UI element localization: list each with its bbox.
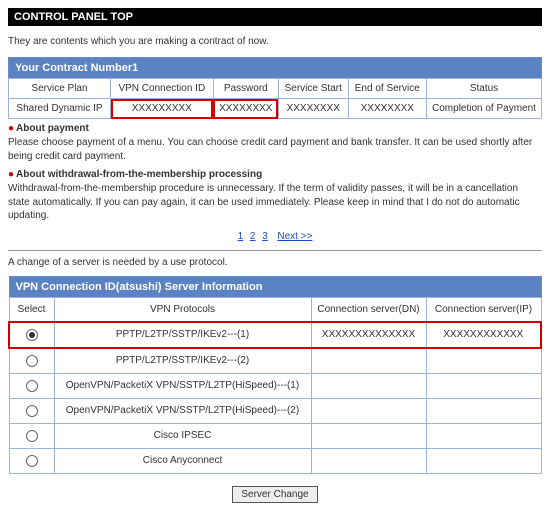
server-row: Cisco IPSEC	[9, 423, 541, 448]
cell-ip: XXXXXXXXXXXX	[426, 322, 541, 348]
col-service-plan: Service Plan	[9, 79, 111, 99]
cell-protocol: PPTP/L2TP/SSTP/IKEv2---(2)	[54, 348, 311, 374]
server-header: VPN Connection ID(atsushi) Server Inform…	[9, 276, 541, 297]
radio-select[interactable]	[26, 329, 38, 341]
pager: 1 2 3 Next >>	[8, 231, 542, 242]
cell-end: XXXXXXXX	[348, 99, 426, 119]
server-row: OpenVPN/PacketiX VPN/SSTP/L2TP(HiSpeed)-…	[9, 373, 541, 398]
server-row: Cisco Anyconnect	[9, 448, 541, 473]
col-end-of-service: End of Service	[348, 79, 426, 99]
bullet-icon: ●	[8, 169, 14, 180]
server-row: OpenVPN/PacketiX VPN/SSTP/L2TP(HiSpeed)-…	[9, 398, 541, 423]
server-change-button[interactable]: Server Change	[232, 486, 317, 503]
contract-header: Your Contract Number1	[9, 58, 542, 79]
cell-vpn-id: XXXXXXXXX	[111, 99, 214, 119]
cell-protocol: Cisco Anyconnect	[54, 448, 311, 473]
cell-start: XXXXXXXX	[278, 99, 348, 119]
cell-ip	[426, 398, 541, 423]
col-dn: Connection server(DN)	[311, 297, 426, 322]
server-table: VPN Connection ID(atsushi) Server Inform…	[8, 276, 542, 474]
cell-ip	[426, 348, 541, 374]
cell-dn	[311, 348, 426, 374]
col-status: Status	[427, 79, 542, 99]
divider	[8, 250, 542, 251]
about-payment-body: Please choose payment of a menu. You can…	[8, 136, 542, 163]
radio-select[interactable]	[26, 355, 38, 367]
radio-select[interactable]	[26, 430, 38, 442]
about-withdraw-body: Withdrawal-from-the-membership procedure…	[8, 182, 542, 223]
cell-ip	[426, 423, 541, 448]
radio-select[interactable]	[26, 380, 38, 392]
cell-protocol: Cisco IPSEC	[54, 423, 311, 448]
col-vpn-id: VPN Connection ID	[111, 79, 214, 99]
page-title: CONTROL PANEL TOP	[8, 8, 542, 26]
cell-dn	[311, 448, 426, 473]
cell-status: Completion of Payment	[427, 99, 542, 119]
about-payment-title: ●About payment	[8, 123, 542, 134]
cell-dn	[311, 373, 426, 398]
page-1-link[interactable]: 1	[238, 231, 244, 242]
cell-protocol: OpenVPN/PacketiX VPN/SSTP/L2TP(HiSpeed)-…	[54, 398, 311, 423]
cell-password: XXXXXXXX	[213, 99, 278, 119]
col-ip: Connection server(IP)	[426, 297, 541, 322]
cell-protocol: PPTP/L2TP/SSTP/IKEv2---(1)	[54, 322, 311, 348]
radio-select[interactable]	[26, 455, 38, 467]
cell-dn	[311, 423, 426, 448]
page-2-link[interactable]: 2	[250, 231, 256, 242]
col-protocols: VPN Protocols	[54, 297, 311, 322]
cell-protocol: OpenVPN/PacketiX VPN/SSTP/L2TP(HiSpeed)-…	[54, 373, 311, 398]
bullet-icon: ●	[8, 123, 14, 134]
page-3-link[interactable]: 3	[262, 231, 268, 242]
contract-table: Your Contract Number1 Service Plan VPN C…	[8, 57, 542, 119]
page-next-link[interactable]: Next >>	[277, 231, 312, 242]
intro-text: They are contents which you are making a…	[8, 36, 542, 47]
server-note: A change of a server is needed by a use …	[8, 257, 542, 268]
cell-ip	[426, 373, 541, 398]
about-withdraw-title: ●About withdrawal-from-the-membership pr…	[8, 169, 542, 180]
cell-plan: Shared Dynamic IP	[9, 99, 111, 119]
col-password: Password	[213, 79, 278, 99]
server-row: PPTP/L2TP/SSTP/IKEv2---(1) XXXXXXXXXXXXX…	[9, 322, 541, 348]
contract-row: Shared Dynamic IP XXXXXXXXX XXXXXXXX XXX…	[9, 99, 542, 119]
col-select: Select	[9, 297, 54, 322]
radio-select[interactable]	[26, 405, 38, 417]
cell-ip	[426, 448, 541, 473]
cell-dn: XXXXXXXXXXXXXX	[311, 322, 426, 348]
server-row: PPTP/L2TP/SSTP/IKEv2---(2)	[9, 348, 541, 374]
col-service-start: Service Start	[278, 79, 348, 99]
cell-dn	[311, 398, 426, 423]
